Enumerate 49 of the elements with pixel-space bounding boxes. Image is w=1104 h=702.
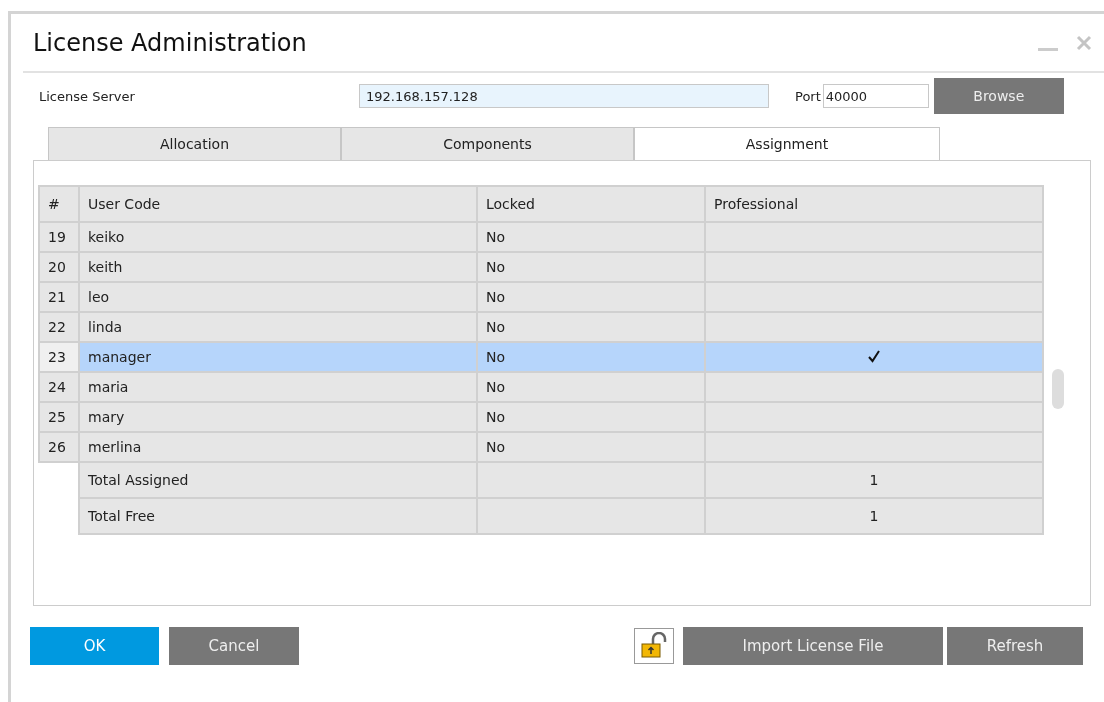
padlock-icon[interactable] [634,628,674,664]
row-number[interactable]: 22 [39,312,79,342]
table-cell: 1 [705,498,1043,534]
table-cell: No [477,342,705,372]
scrollbar-thumb[interactable] [1052,369,1064,409]
row-number[interactable]: 23 [39,342,79,372]
port-field[interactable]: 40000 [822,84,929,108]
tab[interactable]: Assignment [634,127,940,160]
check-icon[interactable] [867,348,881,363]
close-icon[interactable] [1076,34,1092,51]
window-title: License Administration [32,28,308,57]
table-cell: keiko [79,222,477,252]
table-cell: keith [79,252,477,282]
table-cell: No [477,372,705,402]
browse-button[interactable]: Browse [933,78,1064,114]
table-cell: No [477,282,705,312]
tab[interactable]: Components [341,127,634,160]
tab[interactable]: Allocation [48,127,341,160]
row-number[interactable]: 20 [39,252,79,282]
field-label: License Server [39,88,136,104]
license-server-field[interactable]: 192.168.157.128 [359,84,769,108]
table-cell: 1 [705,462,1043,498]
table-cell: leo [79,282,477,312]
table-cell: linda [79,312,477,342]
table-cell: merlina [79,432,477,462]
column-header: Locked [477,186,705,222]
table-cell: No [477,432,705,462]
row-number[interactable]: 26 [39,432,79,462]
table-cell: maria [79,372,477,402]
table-cell: No [477,252,705,282]
row-number[interactable]: 19 [39,222,79,252]
table-cell: No [477,402,705,432]
table-cell: Total Free [79,498,477,534]
table-cell: Total Assigned [79,462,477,498]
row-number[interactable]: 25 [39,402,79,432]
refresh-button[interactable]: Refresh [947,627,1083,665]
table-cell: mary [79,402,477,432]
table-cell: manager [79,342,477,372]
column-header: User Code [79,186,477,222]
cancel-button[interactable]: Cancel [169,627,299,665]
column-header: # [39,186,79,222]
minimize-icon[interactable] [1038,48,1058,51]
row-number[interactable]: 24 [39,372,79,402]
import-license-file-button[interactable]: Import License File [683,627,943,665]
column-header: Professional [705,186,1043,222]
table-cell: No [477,312,705,342]
table-cell: No [477,222,705,252]
row-number[interactable]: 21 [39,282,79,312]
field-label: Port [795,88,821,104]
